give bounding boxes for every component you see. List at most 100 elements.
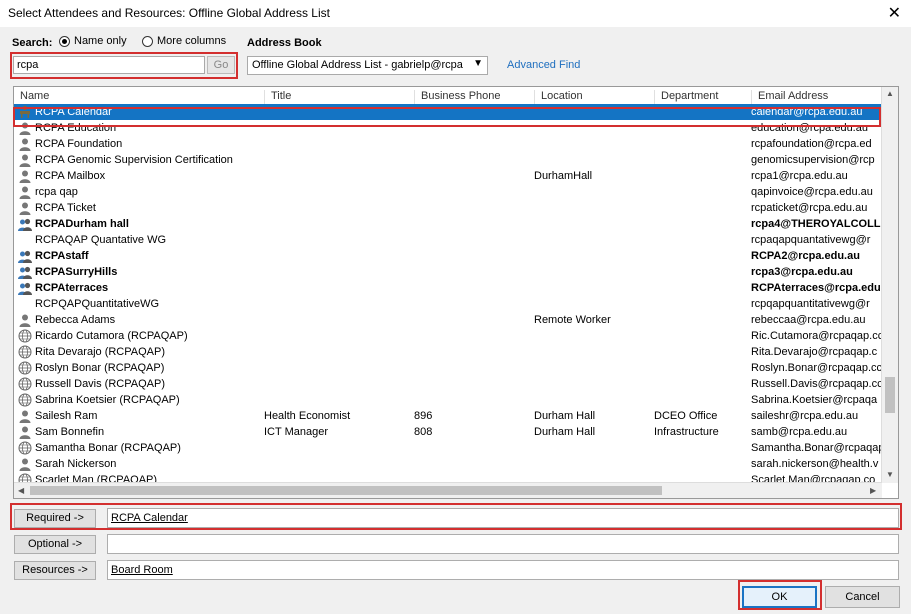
resources-button[interactable]: Resources -> [14,561,96,580]
horizontal-scroll-thumb[interactable] [30,486,662,495]
contact-row[interactable]: Russell Davis (RCPAQAP) Russell.Davis@rcp… [14,376,883,392]
contact-row[interactable]: RCPA Foundation rcpafoundation@rcpa.ed [14,136,882,152]
contact-email: rcpqapquantitativewg@r [751,298,870,310]
user-icon [18,313,32,327]
scroll-left-icon[interactable]: ◀ [18,486,24,495]
contact-row[interactable]: RCPADurham hall rcpa4@THEROYALCOLLEC [14,216,883,232]
contact-name: Sam Bonnefin [35,426,105,438]
column-header-email[interactable]: Email Address [751,90,828,104]
globe-icon [18,393,32,407]
contact-row[interactable]: RCPAQAP Quantative WG rcpaqapquantativewg… [14,232,882,248]
contact-row[interactable]: Rebecca Adams Remote Worker rebeccaa@rcpa.… [14,312,882,328]
contact-name: Ricardo Cutamora (RCPAQAP) [35,330,188,342]
title-bar: Select Attendees and Resources: Offline … [0,0,911,27]
user-icon [18,153,32,167]
address-book-label: Address Book [247,37,322,49]
group-icon [18,281,32,295]
contact-row[interactable]: RCPQAPQuantitativeWG rcpqapquantitativewg… [14,296,882,312]
contact-row[interactable]: Ricardo Cutamora (RCPAQAP) Ric.Cutamora@r… [14,328,883,344]
vertical-scrollbar[interactable]: ▲ ▼ [881,87,898,483]
contact-email: education@rcpa.edu.au [751,122,868,134]
go-button[interactable]: Go [207,56,235,74]
group-icon [18,249,32,263]
contact-row[interactable]: RCPA Education education@rcpa.edu.au [14,120,882,136]
user-icon [18,425,32,439]
globe-icon [18,361,32,375]
contact-row[interactable]: RCPAterraces RCPAterraces@rcpa.edu.a [14,280,883,296]
optional-button[interactable]: Optional -> [14,535,96,554]
user-icon [18,201,32,215]
address-book-select[interactable]: Offline Global Address List - gabrielp@r… [247,56,488,75]
list-header: Name Title Business Phone Location Depar… [14,87,882,105]
globe-icon [18,329,32,343]
contact-row[interactable]: RCPA Genomic Supervision Certification ge… [14,152,882,168]
contact-email: Rita.Devarajo@rcpaqap.c [751,346,878,358]
scroll-down-icon[interactable]: ▼ [886,470,894,479]
contact-name: RCPA Ticket [35,202,96,214]
contact-name: Russell Davis (RCPAQAP) [35,378,165,390]
ok-button[interactable]: OK [742,586,817,608]
close-icon[interactable]: ✕ [888,3,901,23]
required-field[interactable]: RCPA Calendar [107,508,899,528]
contact-row[interactable]: Sabrina Koetsier (RCPAQAP) Sabrina.Koetsi… [14,392,882,408]
contact-name: Rita Devarajo (RCPAQAP) [35,346,165,358]
contact-name: RCPASurryHills [35,266,118,278]
search-input[interactable]: rcpa [13,56,205,74]
user-icon [18,409,32,423]
contact-row[interactable]: Sam Bonnefin ICT Manager 808 Durham Hall Inf… [14,424,882,440]
contact-row[interactable]: RCPA Ticket rcpaticket@rcpa.edu.au [14,200,882,216]
contact-row[interactable]: RCPAstaff RCPA2@rcpa.edu.au [14,248,882,264]
radio-selected-icon [59,35,70,47]
contact-list[interactable]: Name Title Business Phone Location Depar… [13,86,899,499]
contact-row[interactable]: RCPA Calendar calendar@rcpa.edu.au [14,104,882,120]
contact-email: rebeccaa@rcpa.edu.au [751,314,866,326]
contact-row[interactable]: RCPASurryHills rcpa3@rcpa.edu.au [14,264,882,280]
chevron-down-icon: ▼ [473,58,483,69]
resources-field[interactable]: Board Room [107,560,899,580]
vertical-scroll-thumb[interactable] [885,377,895,413]
contact-title: ICT Manager [264,426,328,438]
contact-location: Durham Hall [534,426,596,438]
contact-name: RCPA Calendar [35,106,112,118]
radio-name-only-label: Name only [74,35,127,47]
contact-row[interactable]: Samantha Bonar (RCPAQAP) Samantha.Bonar@r… [14,440,883,456]
optional-field[interactable] [107,534,899,554]
horizontal-scrollbar[interactable]: ◀ ▶ [14,482,882,498]
contact-email: rcpa1@rcpa.edu.au [751,170,848,182]
column-header-name[interactable]: Name [14,90,49,104]
contact-email: genomicsupervision@rcp [751,154,875,166]
radio-more-columns[interactable]: More columns [142,35,226,47]
required-button[interactable]: Required -> [14,509,96,528]
contact-row[interactable]: Roslyn Bonar (RCPAQAP) Roslyn.Bonar@rcpaq… [14,360,882,376]
contact-row[interactable]: rcpa qap qapinvoice@rcpa.edu.au [14,184,882,200]
cancel-button[interactable]: Cancel [825,586,900,608]
scroll-right-icon[interactable]: ▶ [870,486,876,495]
contact-department: DCEO Office [654,410,718,422]
contact-row[interactable]: Rita Devarajo (RCPAQAP) Rita.Devarajo@rcp… [14,344,882,360]
contact-row[interactable]: Sailesh Ram Health Economist 896 Durham Hal… [14,408,882,424]
contact-name: RCPAstaff [35,250,89,262]
column-header-location[interactable]: Location [534,90,583,104]
radio-name-only[interactable]: Name only [59,35,127,47]
user-icon [18,457,32,471]
contact-email: Sabrina.Koetsier@rcpaqa [751,394,878,406]
scroll-up-icon[interactable]: ▲ [886,89,894,98]
column-header-title[interactable]: Title [264,90,291,104]
user-icon [18,137,32,151]
contact-email: rcpa4@THEROYALCOLLEC [751,218,883,230]
globe-icon [18,441,32,455]
group-icon [18,265,32,279]
contact-row[interactable]: RCPA Mailbox DurhamHall rcpa1@rcpa.edu.au [14,168,882,184]
contact-name: Rebecca Adams [35,314,116,326]
contact-name: Samantha Bonar (RCPAQAP) [35,442,181,454]
contact-email: rcpafoundation@rcpa.ed [751,138,872,150]
column-header-department[interactable]: Department [654,90,718,104]
contact-email: Samantha.Bonar@rcpaqap [751,442,883,454]
contact-name: RCPA Genomic Supervision Certification [35,154,233,166]
contact-email: Ric.Cutamora@rcpaqap.cc [751,330,883,342]
contact-name: Sarah Nickerson [35,458,117,470]
contact-department: Infrastructure [654,426,719,438]
contact-row[interactable]: Sarah Nickerson sarah.nickerson@health.v [14,456,882,472]
column-header-phone[interactable]: Business Phone [414,90,501,104]
advanced-find-link[interactable]: Advanced Find [507,59,580,71]
